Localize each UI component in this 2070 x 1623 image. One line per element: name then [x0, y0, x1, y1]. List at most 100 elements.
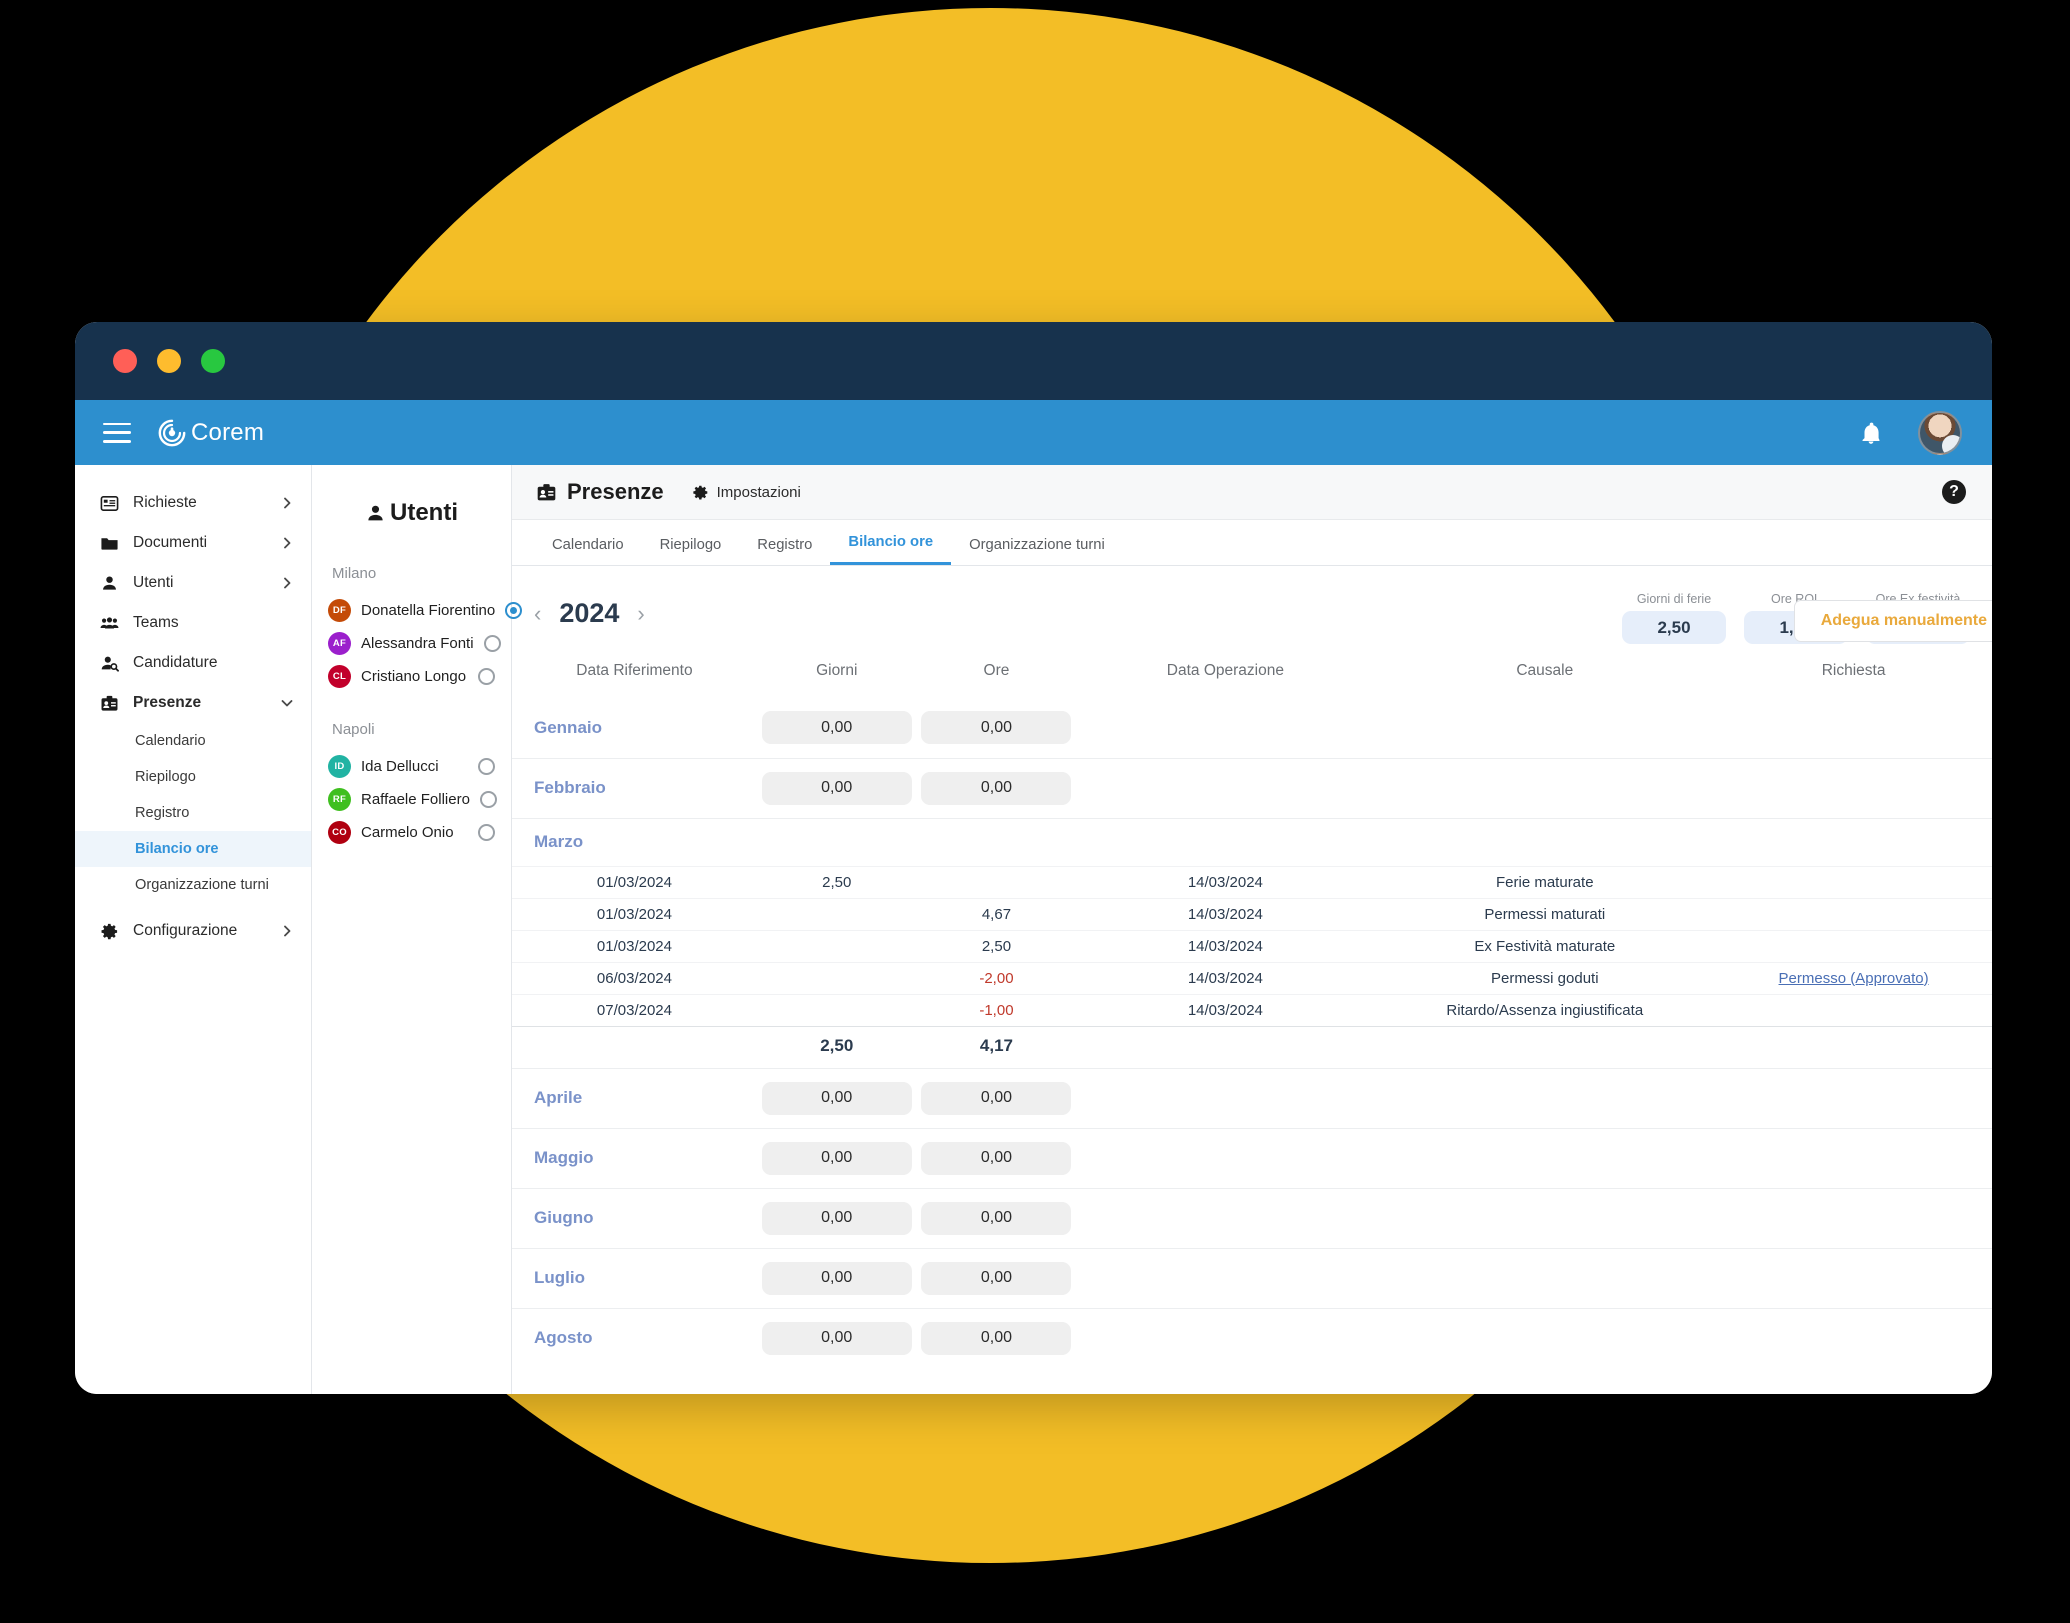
month-ore-value: 0,00 [921, 1141, 1072, 1175]
user-select-radio[interactable] [478, 758, 495, 775]
year-value: 2024 [559, 598, 620, 628]
sidebar-item-label: Candidature [133, 654, 218, 671]
cell-data-riferimento: 01/03/2024 [512, 865, 757, 898]
bell-icon[interactable] [1858, 419, 1884, 447]
cell-data-operazione: 14/03/2024 [1076, 993, 1375, 1026]
month-name: Gennaio [534, 717, 603, 737]
window-close-button[interactable] [113, 349, 137, 373]
user-select-radio[interactable] [478, 824, 495, 841]
month-giorni-value: 0,00 [761, 771, 912, 805]
window-maximize-button[interactable] [201, 349, 225, 373]
richiesta-link[interactable]: Permesso (Approvato) [1779, 970, 1929, 987]
month-giorni-value: 0,00 [761, 1321, 912, 1355]
toolbar: ‹ 2024 › Giorni di ferie 2,50 Ore ROL 1,… [512, 566, 1992, 652]
month-block-maggio: Maggio 0,00 0,00 [512, 1128, 1992, 1188]
corem-logo-icon [158, 419, 186, 446]
sidebar-item-label: Configurazione [133, 922, 238, 939]
sidebar-item-candidature[interactable]: Candidature [75, 643, 311, 683]
month-empty-cell [1715, 1068, 1992, 1128]
sidebar-subitem-organizzazione-turni[interactable]: Organizzazione turni [75, 867, 311, 903]
user-select-radio[interactable] [478, 668, 495, 685]
cell-data-riferimento: 06/03/2024 [512, 961, 757, 994]
year-navigator: ‹ 2024 › [534, 590, 645, 629]
month-giorni-value: 0,00 [761, 711, 912, 745]
tab-riepilogo[interactable]: Riepilogo [642, 537, 740, 565]
user-name: Donatella Fiorentino [361, 602, 496, 619]
user-list-item[interactable]: ID Ida Dellucci [328, 750, 495, 783]
cell-causale: Permessi goduti [1374, 961, 1716, 994]
user-list-item[interactable]: CL Cristiano Longo [328, 660, 495, 693]
chevron-right-icon [284, 925, 291, 937]
cell-giorni [756, 929, 917, 962]
chevron-right-icon [284, 497, 291, 509]
cell-richiesta: Permesso (Approvato) [1715, 961, 1992, 994]
window-minimize-button[interactable] [157, 349, 181, 373]
users-panel-title: Utenti [328, 499, 495, 527]
sidebar-item-label: Utenti [133, 574, 174, 591]
user-name: Ida Dellucci [361, 758, 439, 775]
badge-icon [537, 483, 556, 500]
tab-organizzazione-turni[interactable]: Organizzazione turni [951, 537, 1123, 565]
user-select-radio[interactable] [483, 635, 501, 652]
cell-causale: Permessi maturati [1374, 897, 1716, 930]
month-empty-cell [917, 818, 1077, 866]
help-icon[interactable]: ? [1942, 480, 1966, 504]
sidebar-subitem-registro[interactable]: Registro [75, 795, 311, 831]
chevron-right-icon[interactable]: › [637, 602, 644, 625]
month-empty-cell [1715, 1248, 1992, 1308]
month-ore-value: 0,00 [921, 1081, 1072, 1115]
user-list-item[interactable]: CO Carmelo Onio [328, 816, 495, 849]
month-summary-row: Aprile 0,00 0,00 [512, 1068, 1992, 1128]
column-header-richiesta: Richiesta [1821, 662, 1886, 679]
chevron-right-icon [284, 537, 291, 549]
column-header-data-operazione: Data Operazione [1166, 662, 1284, 679]
cell-richiesta [1715, 865, 1992, 898]
sidebar-subitem-calendario[interactable]: Calendario [75, 723, 311, 759]
stat-giorni-di-ferie: Giorni di ferie 2,50 [1622, 592, 1726, 644]
month-giorni-value: 0,00 [761, 1201, 912, 1235]
sidebar-subitem-riepilogo[interactable]: Riepilogo [75, 759, 311, 795]
user-avatar[interactable] [1918, 410, 1962, 455]
tab-bilancio-ore[interactable]: Bilancio ore [830, 534, 952, 565]
sidebar-item-utenti[interactable]: Utenti [75, 563, 311, 603]
sidebar-item-teams[interactable]: Teams [75, 603, 311, 643]
user-list-item[interactable]: RF Raffaele Folliero [328, 783, 497, 816]
sidebar-item-richieste[interactable]: Richieste [75, 483, 311, 523]
user-initials-badge: ID [328, 755, 351, 778]
month-empty-cell [1076, 698, 1374, 758]
sidebar-subitem-label: Organizzazione turni [135, 877, 269, 893]
user-list-item[interactable]: AF Alessandra Fonti [328, 627, 501, 660]
user-select-radio[interactable] [479, 791, 497, 808]
month-summary-row: Maggio 0,00 0,00 [512, 1128, 1992, 1188]
folder-icon [99, 533, 119, 553]
sidebar-subitem-label: Riepilogo [135, 769, 196, 785]
tab-calendario[interactable]: Calendario [534, 537, 642, 565]
month-summary-row: Gennaio 0,00 0,00 [512, 698, 1992, 758]
cell-richiesta [1715, 929, 1992, 962]
stat-label: Giorni di ferie [1636, 592, 1712, 606]
sidebar-item-configurazione[interactable]: Configurazione [75, 911, 311, 951]
sidebar-item-presenze[interactable]: Presenze [75, 683, 311, 723]
user-list-item[interactable]: DF Donatella Fiorentino [328, 594, 523, 627]
sidebar-item-documenti[interactable]: Documenti [75, 523, 311, 563]
person-search-icon [99, 653, 119, 673]
month-block-aprile: Aprile 0,00 0,00 [512, 1068, 1992, 1128]
tab-registro[interactable]: Registro [739, 537, 830, 565]
user-initials-badge: RF [328, 788, 351, 811]
month-empty-cell [1374, 698, 1715, 758]
hamburger-icon[interactable] [103, 422, 131, 443]
sidebar-subitem-bilancio-ore[interactable]: Bilancio ore [75, 831, 311, 867]
table-row: 07/03/2024 -1,00 14/03/2024 Ritardo/Asse… [512, 993, 1992, 1026]
table-scroll-area[interactable]: Data Riferimento Giorni Ore Data Operazi… [512, 652, 1992, 1394]
month-summary-row: Marzo [512, 818, 1992, 866]
browser-window: Corem Richieste Documenti Utenti Teams C… [75, 322, 1992, 1394]
brand[interactable]: Corem [157, 418, 264, 448]
cell-giorni [756, 993, 917, 1026]
total-ore: 4,17 [916, 1025, 1077, 1068]
adegua-manualmente-button[interactable]: Adegua manualmente [1793, 600, 1992, 642]
group-icon [99, 613, 119, 633]
chevron-left-icon[interactable]: ‹ [534, 602, 541, 625]
sidebar-item-label: Presenze [133, 694, 202, 711]
month-empty-cell [1715, 1188, 1992, 1248]
settings-button[interactable]: Impostazioni [692, 484, 801, 501]
